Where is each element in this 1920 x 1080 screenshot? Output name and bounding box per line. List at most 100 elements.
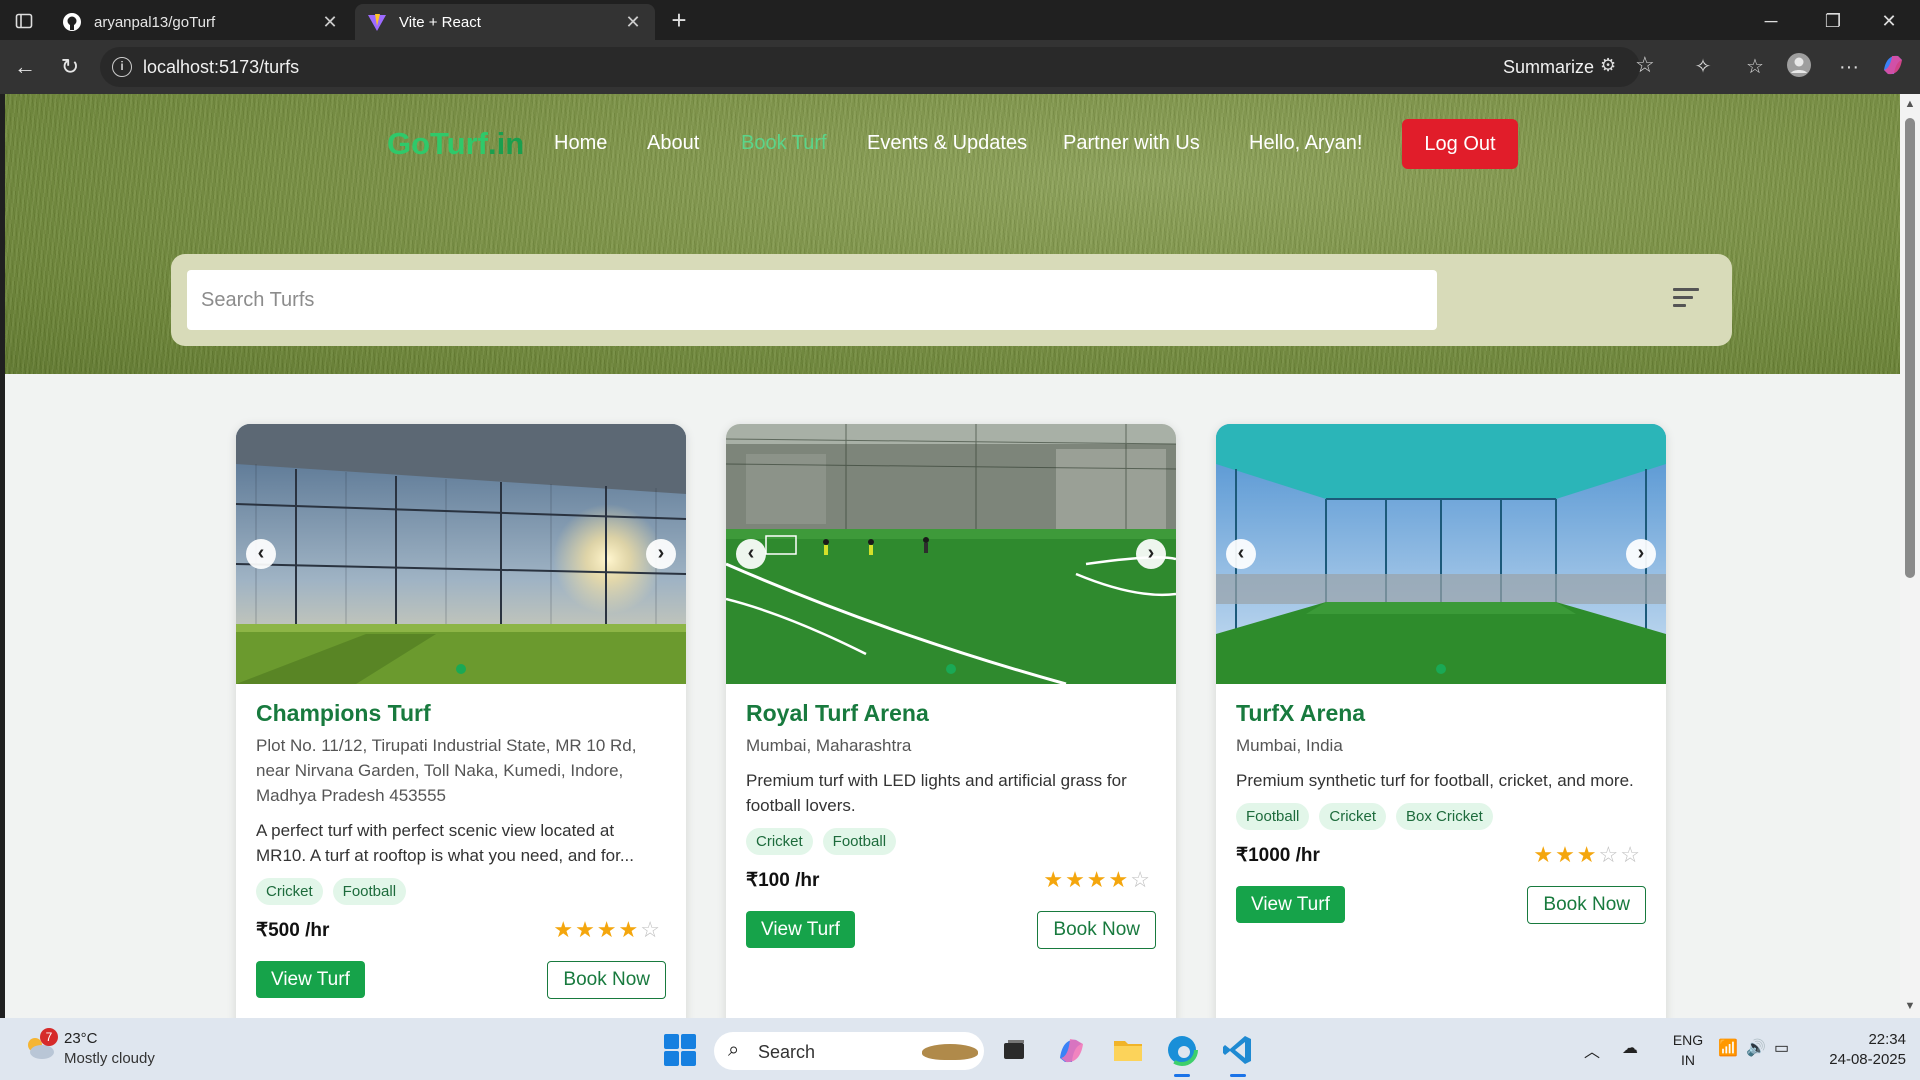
profile-avatar-icon[interactable]	[1784, 52, 1814, 82]
show-hidden-icons-icon[interactable]: ︿	[1584, 1038, 1600, 1062]
clock-time: 22:34	[1868, 1031, 1906, 1048]
carousel-prev-icon[interactable]: ‹	[736, 539, 766, 569]
close-icon[interactable]: ✕	[623, 12, 643, 33]
carousel-next-icon[interactable]: ›	[1626, 539, 1656, 569]
turf-photo	[726, 424, 1176, 684]
onedrive-icon[interactable]: ☁	[1622, 1038, 1638, 1058]
carousel-dot[interactable]	[456, 664, 466, 674]
tab-label: Vite + React	[399, 13, 481, 31]
turf-description: A perfect turf with perfect scenic view …	[256, 821, 635, 865]
nav-link-partner[interactable]: Partner with Us	[1063, 132, 1200, 155]
book-now-button[interactable]: Book Now	[547, 961, 666, 999]
logout-button[interactable]: Log Out	[1402, 119, 1518, 169]
taskbar-search[interactable]: ⌕ Search	[714, 1032, 984, 1070]
nav-link-book-turf[interactable]: Book Turf	[741, 132, 827, 155]
turf-price: ₹100 /hr	[746, 870, 820, 891]
search-input[interactable]	[187, 270, 1437, 330]
close-icon[interactable]: ✕	[320, 12, 340, 33]
carousel-prev-icon[interactable]: ‹	[1226, 539, 1256, 569]
site-logo[interactable]: GoTurf.in	[387, 126, 524, 162]
address-bar[interactable]: i localhost:5173/turfs Summarize ⚙ ☆	[100, 47, 1655, 87]
turf-photo	[1216, 424, 1666, 684]
favorite-star-icon[interactable]: ☆	[1635, 52, 1655, 78]
browser-toolbar: ← ↻ i localhost:5173/turfs Summarize ⚙ ☆…	[0, 40, 1920, 94]
nav-link-about[interactable]: About	[647, 132, 699, 155]
new-tab-icon[interactable]: +	[664, 6, 694, 36]
wifi-icon[interactable]: 📶	[1718, 1038, 1738, 1058]
minimize-icon[interactable]: ─	[1748, 6, 1794, 36]
site-info-icon[interactable]: i	[112, 57, 132, 77]
tab-github[interactable]: aryanpal13/goTurf ✕	[50, 4, 352, 40]
task-view-icon[interactable]	[996, 1032, 1032, 1068]
view-turf-button[interactable]: View Turf	[1236, 886, 1345, 923]
logo-main-text: GoTurf	[387, 126, 489, 161]
windows-taskbar: 7 23°C Mostly cloudy ⌕ Search ︿ ☁ ENG IN…	[0, 1018, 1920, 1080]
window-close-icon[interactable]: ✕	[1866, 6, 1912, 36]
vscode-icon[interactable]	[1220, 1032, 1256, 1077]
view-turf-button[interactable]: View Turf	[746, 911, 855, 948]
turf-card: ‹ › TurfX Arena Mumbai, India Premium sy…	[1216, 424, 1666, 1018]
summarize-button[interactable]: Summarize	[1503, 57, 1594, 78]
scroll-down-icon[interactable]: ▼	[1903, 1000, 1917, 1012]
tab-label: aryanpal13/goTurf	[94, 13, 216, 31]
sport-tag: Cricket	[256, 878, 323, 905]
search-highlight-image	[922, 1044, 978, 1060]
battery-icon[interactable]: ▭	[1774, 1038, 1789, 1058]
star-empty-icon: ☆	[1130, 867, 1152, 892]
nav-link-home[interactable]: Home	[554, 132, 607, 155]
tab-vite-react[interactable]: Vite + React ✕	[355, 4, 655, 40]
view-turf-button[interactable]: View Turf	[256, 961, 365, 998]
turf-address: Mumbai, Maharashtra	[746, 736, 912, 755]
book-now-button[interactable]: Book Now	[1527, 886, 1646, 924]
turf-photo	[236, 424, 686, 684]
tab-actions-icon[interactable]	[10, 7, 38, 35]
rating-stars: ★★★★☆	[553, 917, 662, 943]
sport-tag: Box Cricket	[1396, 803, 1493, 830]
volume-icon[interactable]: 🔊	[1746, 1038, 1766, 1058]
more-menu-icon[interactable]: ···	[1834, 52, 1864, 82]
star-filled-icon: ★	[1043, 867, 1066, 892]
clock-date: 24-08-2025	[1829, 1051, 1906, 1068]
copilot-icon[interactable]	[1878, 52, 1908, 82]
page-scrollbar[interactable]: ▲ ▼	[1900, 94, 1920, 1018]
lang-code: ENG	[1672, 1032, 1704, 1048]
edge-browser-icon[interactable]	[1164, 1032, 1200, 1077]
restore-icon[interactable]: ❐	[1810, 6, 1856, 36]
refresh-icon[interactable]: ↻	[55, 52, 85, 82]
summarize-icon: ⚙	[1600, 55, 1617, 75]
star-empty-icon: ☆	[1598, 842, 1621, 867]
sport-tags: Cricket Football	[256, 878, 666, 905]
star-empty-icon: ☆	[1620, 842, 1642, 867]
star-filled-icon: ★	[1533, 842, 1556, 867]
favorites-icon[interactable]: ☆	[1740, 52, 1770, 82]
user-greeting: Hello, Aryan!	[1249, 132, 1363, 154]
system-clock[interactable]: 22:34 24-08-2025	[1816, 1030, 1906, 1070]
scroll-up-icon[interactable]: ▲	[1903, 98, 1917, 110]
carousel-prev-icon[interactable]: ‹	[246, 539, 276, 569]
rating-stars: ★★★☆☆	[1533, 842, 1642, 868]
carousel-next-icon[interactable]: ›	[1136, 539, 1166, 569]
card-actions: View Turf Book Now	[746, 911, 1156, 951]
price-row: ₹500 /hr ★★★★☆	[256, 917, 666, 951]
book-now-button[interactable]: Book Now	[1037, 911, 1156, 949]
weather-badge: 7	[40, 1028, 58, 1046]
file-explorer-icon[interactable]	[1110, 1032, 1146, 1068]
filter-icon[interactable]	[1673, 288, 1699, 310]
carousel-next-icon[interactable]: ›	[646, 539, 676, 569]
weather-desc: Mostly cloudy	[64, 1050, 155, 1067]
carousel-dot[interactable]	[1436, 664, 1446, 674]
extensions-icon[interactable]: ✧	[1688, 52, 1718, 82]
windows-start-icon[interactable]	[664, 1034, 696, 1066]
copilot-taskbar-icon[interactable]	[1054, 1032, 1090, 1068]
star-filled-icon: ★	[1108, 867, 1131, 892]
nav-link-events[interactable]: Events & Updates	[867, 132, 1027, 155]
carousel-dot[interactable]	[946, 664, 956, 674]
card-actions: View Turf Book Now	[1236, 886, 1646, 926]
weather-widget[interactable]: 7 23°C Mostly cloudy	[18, 1028, 168, 1072]
back-icon[interactable]: ←	[10, 52, 40, 82]
scrollbar-thumb[interactable]	[1905, 118, 1915, 578]
language-indicator[interactable]: ENG IN	[1668, 1030, 1708, 1070]
sport-tag: Cricket	[1319, 803, 1387, 830]
taskbar-search-label: Search	[758, 1042, 816, 1062]
star-empty-icon: ☆	[640, 917, 662, 942]
